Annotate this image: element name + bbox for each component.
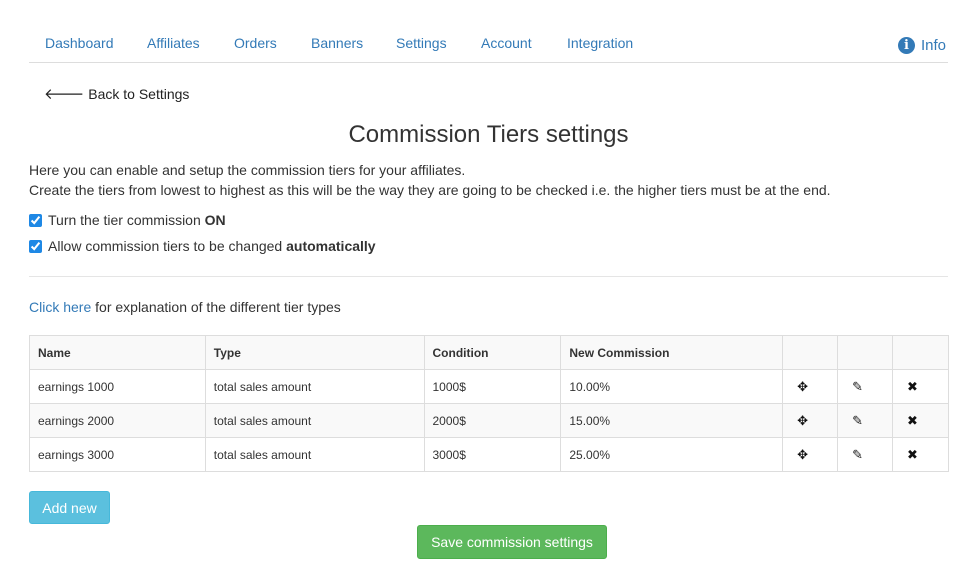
edit-pencil-icon[interactable]: ✎ bbox=[852, 379, 863, 395]
cell-condition: 3000$ bbox=[423, 437, 562, 472]
add-new-button[interactable]: Add new bbox=[29, 491, 110, 524]
cell-move: ✥ bbox=[782, 437, 839, 472]
cell-condition: 2000$ bbox=[423, 403, 562, 438]
table-header-row: Name Type Condition New Commission bbox=[29, 335, 949, 370]
nav-affiliates[interactable]: Affiliates bbox=[147, 35, 200, 51]
click-here-link[interactable]: Click here bbox=[29, 299, 91, 315]
back-to-settings-link[interactable]: 🡐 Back to Settings bbox=[44, 86, 189, 102]
table-row: earnings 2000 total sales amount 2000$ 1… bbox=[29, 403, 949, 438]
cell-new-commission: 25.00% bbox=[560, 437, 784, 472]
column-header-name: Name bbox=[29, 335, 206, 370]
cell-delete: ✖ bbox=[892, 437, 949, 472]
cell-new-commission: 15.00% bbox=[560, 403, 784, 438]
info-link[interactable]: i Info bbox=[897, 37, 946, 54]
move-icon[interactable]: ✥ bbox=[797, 447, 808, 463]
info-label: Info bbox=[920, 37, 946, 54]
column-header-move bbox=[782, 335, 839, 370]
top-nav: Dashboard Affiliates Orders Banners Sett… bbox=[29, 24, 948, 63]
cell-condition: 1000$ bbox=[423, 369, 562, 404]
tiers-auto-change-option[interactable]: Allow commission tiers to be changed aut… bbox=[29, 238, 376, 254]
column-header-edit bbox=[837, 335, 893, 370]
edit-pencil-icon[interactable]: ✎ bbox=[852, 447, 863, 463]
commission-tiers-table: Name Type Condition New Commission earni… bbox=[29, 335, 949, 472]
nav-dashboard[interactable]: Dashboard bbox=[45, 35, 114, 51]
cell-edit: ✎ bbox=[837, 437, 893, 472]
cell-new-commission: 10.00% bbox=[560, 369, 784, 404]
cell-edit: ✎ bbox=[837, 369, 893, 404]
edit-pencil-icon[interactable]: ✎ bbox=[852, 413, 863, 429]
save-commission-settings-button[interactable]: Save commission settings bbox=[417, 525, 607, 559]
cell-type: total sales amount bbox=[204, 437, 425, 472]
tier-commission-on-checkbox[interactable] bbox=[29, 213, 42, 227]
cell-type: total sales amount bbox=[204, 403, 425, 438]
move-icon[interactable]: ✥ bbox=[797, 379, 808, 395]
table-row: earnings 1000 total sales amount 1000$ 1… bbox=[29, 369, 949, 404]
description-line-1: Here you can enable and setup the commis… bbox=[29, 162, 466, 178]
column-header-new-commission: New Commission bbox=[560, 335, 784, 370]
cell-name: earnings 1000 bbox=[29, 369, 206, 404]
column-header-type: Type bbox=[204, 335, 425, 370]
divider bbox=[29, 276, 948, 277]
cell-move: ✥ bbox=[782, 369, 839, 404]
option-label: Allow commission tiers to be changed aut… bbox=[48, 238, 376, 254]
move-icon[interactable]: ✥ bbox=[797, 413, 808, 429]
page-title: Commission Tiers settings bbox=[348, 121, 629, 148]
table-row: earnings 3000 total sales amount 3000$ 2… bbox=[29, 437, 949, 472]
nav-orders[interactable]: Orders bbox=[234, 35, 277, 51]
column-header-delete bbox=[892, 335, 949, 370]
nav-settings[interactable]: Settings bbox=[396, 35, 447, 51]
delete-x-icon[interactable]: ✖ bbox=[907, 447, 918, 463]
arrow-left-icon: 🡐 bbox=[44, 85, 85, 103]
tier-commission-on-option[interactable]: Turn the tier commission ON bbox=[29, 212, 226, 228]
cell-delete: ✖ bbox=[892, 403, 949, 438]
option-label: Turn the tier commission ON bbox=[48, 212, 226, 228]
tier-types-explanation: Click here for explanation of the differ… bbox=[29, 299, 341, 315]
nav-integration[interactable]: Integration bbox=[567, 35, 633, 51]
cell-move: ✥ bbox=[782, 403, 839, 438]
nav-account[interactable]: Account bbox=[481, 35, 532, 51]
description-line-2: Create the tiers from lowest to highest … bbox=[29, 182, 831, 198]
cell-edit: ✎ bbox=[837, 403, 893, 438]
nav-banners[interactable]: Banners bbox=[311, 35, 363, 51]
cell-delete: ✖ bbox=[892, 369, 949, 404]
tiers-auto-change-checkbox[interactable] bbox=[29, 239, 42, 253]
back-link-label: Back to Settings bbox=[88, 86, 190, 102]
cell-type: total sales amount bbox=[204, 369, 425, 404]
info-icon: i bbox=[897, 37, 915, 54]
column-header-condition: Condition bbox=[423, 335, 562, 370]
cell-name: earnings 3000 bbox=[29, 437, 206, 472]
cell-name: earnings 2000 bbox=[29, 403, 206, 438]
delete-x-icon[interactable]: ✖ bbox=[907, 379, 918, 395]
delete-x-icon[interactable]: ✖ bbox=[907, 413, 918, 429]
